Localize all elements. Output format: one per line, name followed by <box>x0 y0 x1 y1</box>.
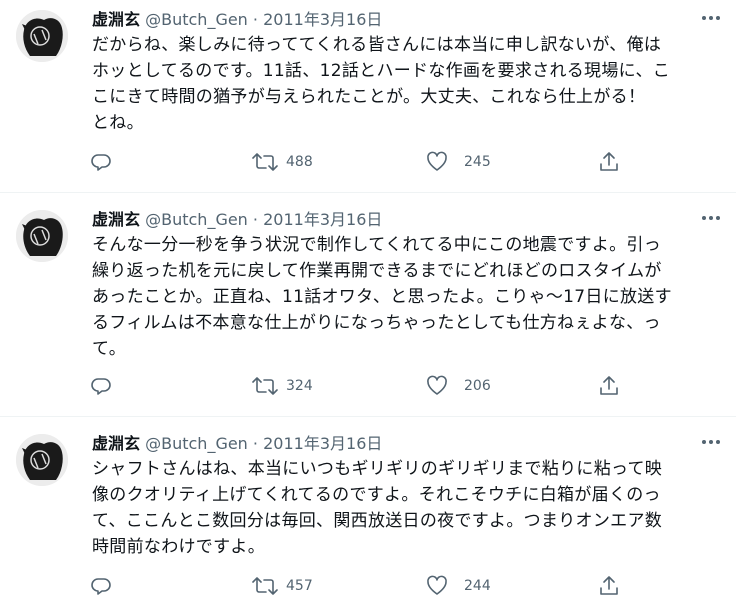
tweet-text: だからね、楽しみに待っててくれる皆さんには本当に申し訳ないが、俺は ホッとしてる… <box>92 35 671 133</box>
tweet[interactable]: 虚淵玄 @Butch_Gen · 2011年3月16日 だからね、楽しみに待って… <box>0 0 736 192</box>
like-count: 244 <box>464 578 491 594</box>
retweet-button[interactable]: 457 <box>252 572 313 600</box>
display-name[interactable]: 虚淵玄 <box>92 210 140 229</box>
handle[interactable]: @Butch_Gen <box>145 434 248 453</box>
handle[interactable]: @Butch_Gen <box>145 210 248 229</box>
retweet-count: 488 <box>286 154 313 170</box>
share-button[interactable] <box>598 148 620 176</box>
tweet-header: 虚淵玄 @Butch_Gen · 2011年3月16日 <box>92 208 382 232</box>
separator: · <box>252 434 259 453</box>
share-icon <box>600 576 618 595</box>
more-icon[interactable] <box>696 430 726 454</box>
retweet-icon <box>252 153 278 171</box>
like-count: 245 <box>464 154 491 170</box>
heart-icon <box>427 375 447 395</box>
display-name[interactable]: 虚淵玄 <box>92 434 140 453</box>
heart-icon <box>427 575 447 595</box>
share-button[interactable] <box>598 372 620 400</box>
divider <box>0 192 736 193</box>
like-button[interactable]: 206 <box>426 372 491 400</box>
reply-button[interactable] <box>90 572 112 600</box>
reply-icon <box>91 578 111 595</box>
share-icon <box>600 376 618 395</box>
retweet-count: 324 <box>286 378 313 394</box>
tweet[interactable]: 虚淵玄 @Butch_Gen · 2011年3月16日 シャフトさんはね、本当に… <box>0 424 736 605</box>
separator: · <box>252 210 259 229</box>
separator: · <box>252 10 259 29</box>
reply-button[interactable] <box>90 148 112 176</box>
avatar[interactable] <box>16 210 68 262</box>
retweet-icon <box>252 577 278 595</box>
timestamp[interactable]: 2011年3月16日 <box>263 10 382 29</box>
reply-button[interactable] <box>90 372 112 400</box>
display-name[interactable]: 虚淵玄 <box>92 10 140 29</box>
like-button[interactable]: 245 <box>426 148 491 176</box>
avatar[interactable] <box>16 434 68 486</box>
more-icon[interactable] <box>696 6 726 30</box>
reply-icon <box>91 378 111 395</box>
reply-icon <box>91 154 111 171</box>
tweet-text: そんな一分一秒を争う状況で制作してくれてる中にこの地震ですよ。引っ 繰り返った机… <box>92 235 672 359</box>
more-icon[interactable] <box>696 206 726 230</box>
share-icon <box>600 152 618 171</box>
retweet-button[interactable]: 324 <box>252 372 313 400</box>
timestamp[interactable]: 2011年3月16日 <box>263 210 382 229</box>
like-button[interactable]: 244 <box>426 572 491 600</box>
tweet-text: シャフトさんはね、本当にいつもギリギリのギリギリまで粘りに粘って映 像のクオリテ… <box>92 459 663 557</box>
handle[interactable]: @Butch_Gen <box>145 10 248 29</box>
avatar[interactable] <box>16 10 68 62</box>
like-count: 206 <box>464 378 491 394</box>
retweet-icon <box>252 377 278 395</box>
timestamp[interactable]: 2011年3月16日 <box>263 434 382 453</box>
tweet-header: 虚淵玄 @Butch_Gen · 2011年3月16日 <box>92 8 382 32</box>
heart-icon <box>427 151 447 171</box>
retweet-count: 457 <box>286 578 313 594</box>
tweet-header: 虚淵玄 @Butch_Gen · 2011年3月16日 <box>92 432 382 456</box>
tweet[interactable]: 虚淵玄 @Butch_Gen · 2011年3月16日 そんな一分一秒を争う状況… <box>0 200 736 416</box>
divider <box>0 416 736 417</box>
retweet-button[interactable]: 488 <box>252 148 313 176</box>
share-button[interactable] <box>598 572 620 600</box>
